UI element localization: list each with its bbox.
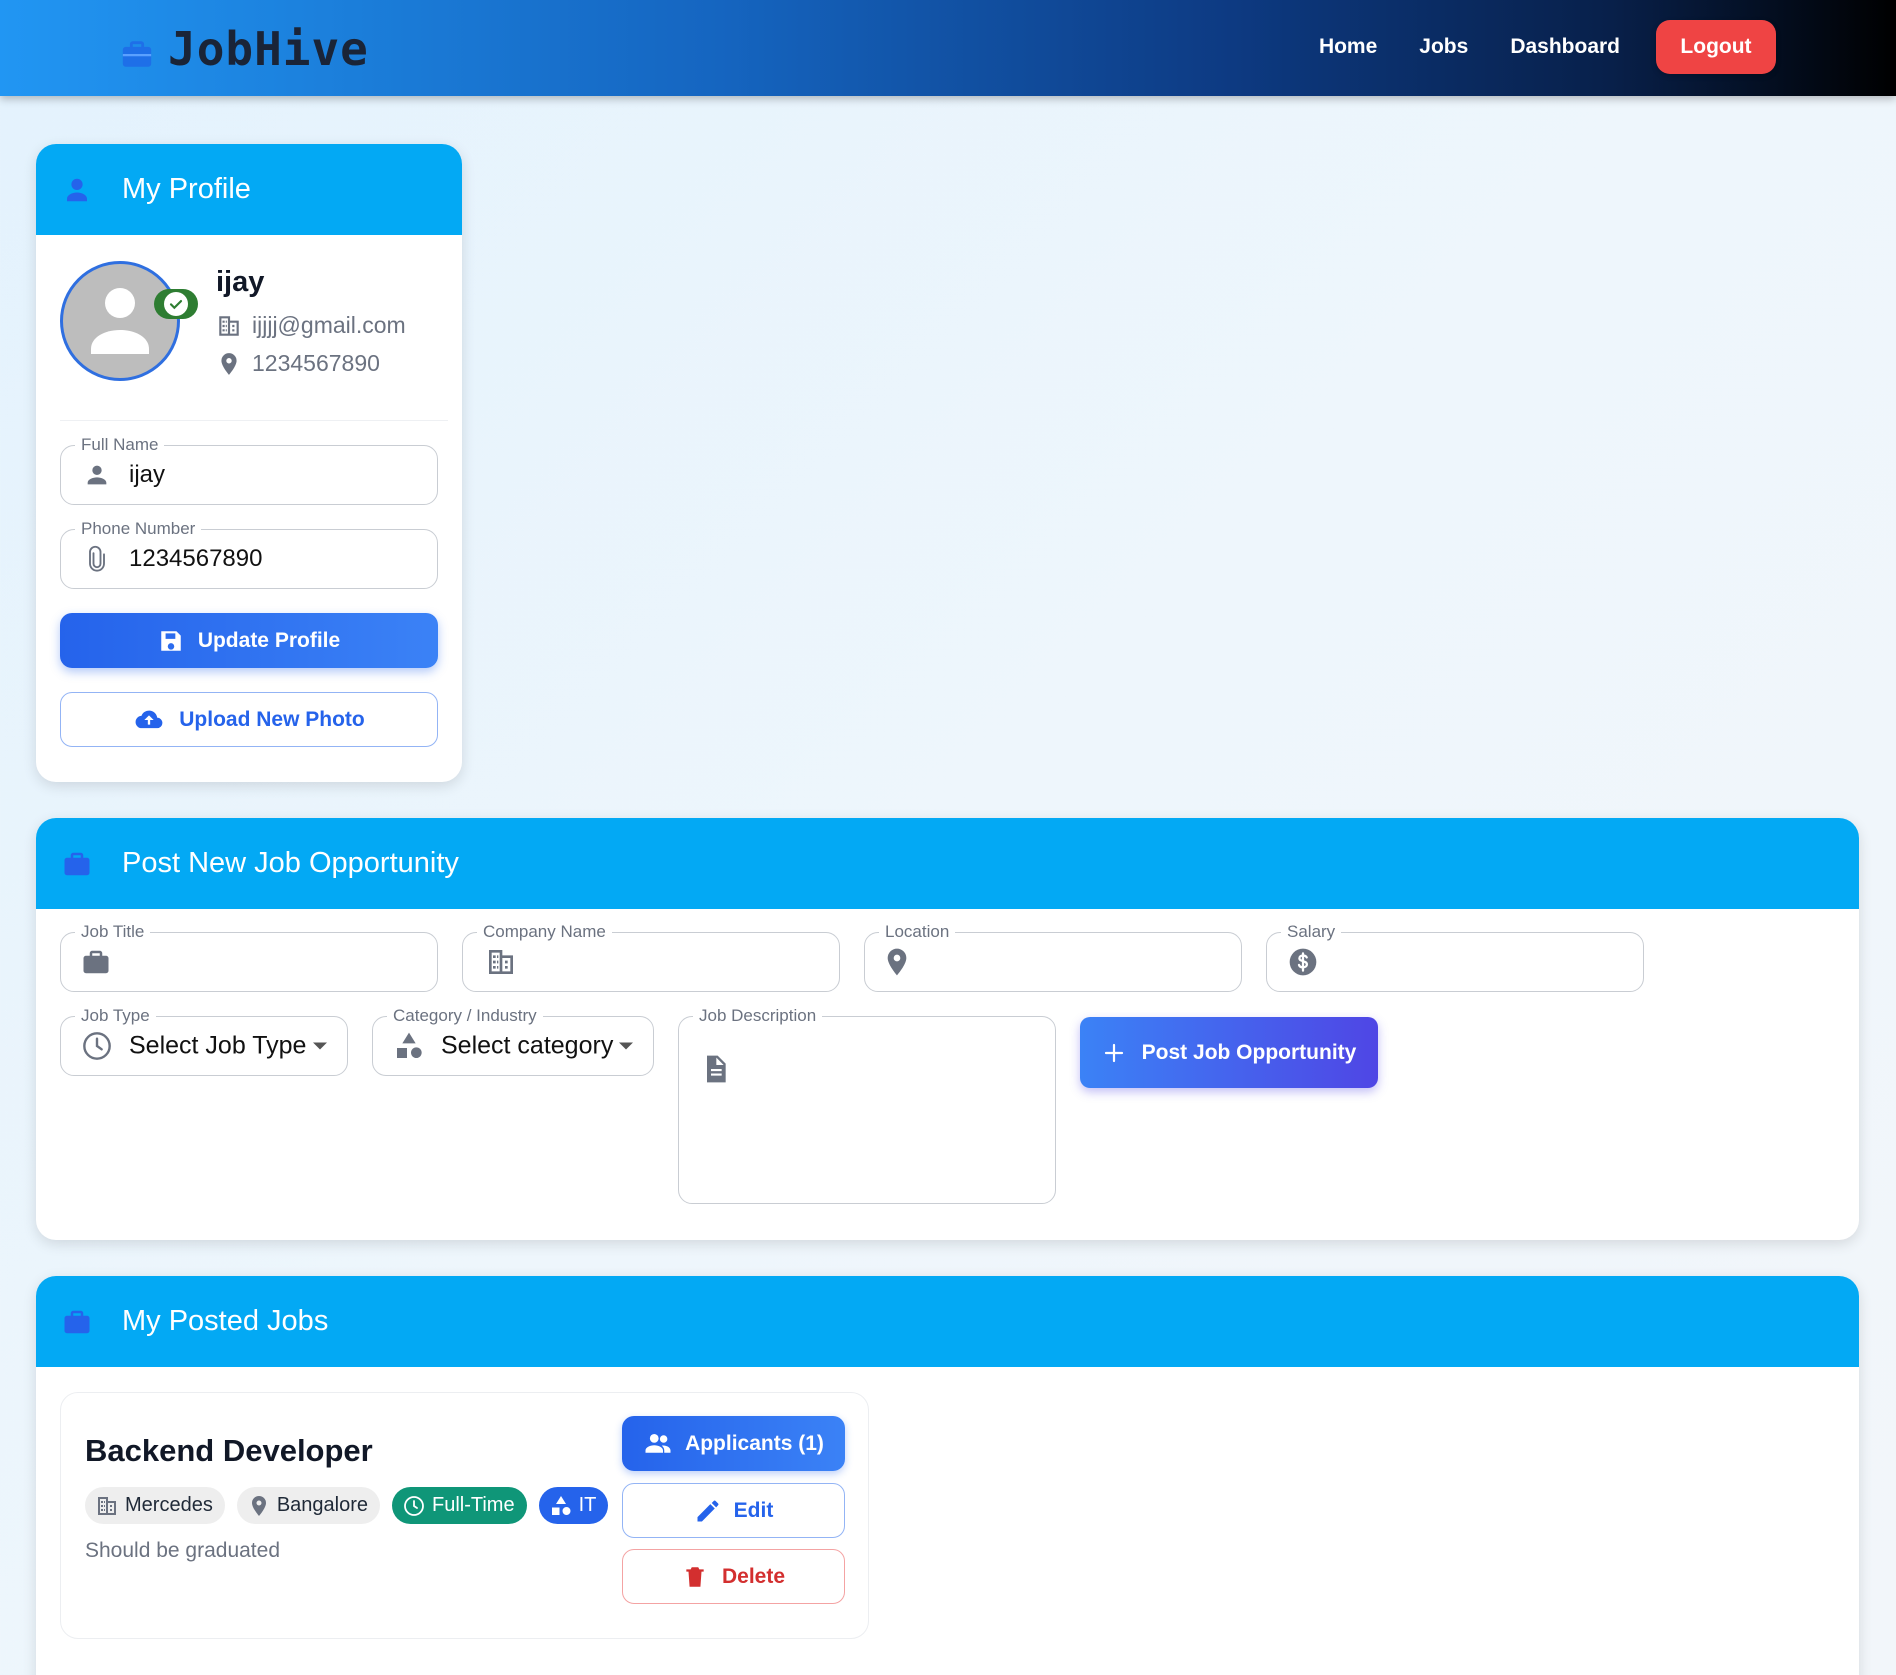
- edit-job-button[interactable]: Edit: [622, 1483, 845, 1538]
- phone-number-input[interactable]: 1234567890: [129, 545, 262, 573]
- location-label: Location: [879, 922, 956, 942]
- clock-icon: [404, 1495, 424, 1516]
- profile-phone: 1234567890: [252, 350, 380, 376]
- brand[interactable]: JobHive: [118, 22, 369, 76]
- verified-badge: [154, 289, 198, 319]
- job-type-label: Job Type: [75, 1006, 156, 1026]
- nav-dashboard[interactable]: Dashboard: [1510, 35, 1620, 59]
- company-chip: Mercedes: [85, 1487, 225, 1524]
- update-profile-label: Update Profile: [197, 628, 341, 652]
- job-type-select[interactable]: Job Type Select Job Type: [60, 1006, 348, 1076]
- profile-phone-line: 1234567890: [216, 350, 380, 377]
- job-card-title: Backend Developer: [85, 1433, 373, 1468]
- briefcase-icon: [64, 852, 90, 875]
- clock-icon: [83, 1032, 111, 1060]
- category-select[interactable]: Category / Industry Select category: [372, 1006, 654, 1076]
- upload-photo-label: Upload New Photo: [179, 707, 365, 731]
- company-name-field[interactable]: Company Name: [462, 922, 840, 992]
- posted-jobs-title: My Posted Jobs: [122, 1305, 329, 1337]
- paperclip-icon: [89, 545, 105, 572]
- people-icon: [645, 1433, 671, 1453]
- category-label: Category / Industry: [387, 1006, 543, 1026]
- check-circle-icon: [164, 292, 188, 316]
- company-chip-label: Mercedes: [125, 1494, 213, 1516]
- company-name-label: Company Name: [477, 922, 612, 942]
- job-card-chips: Mercedes Bangalore Full-Time IT: [85, 1487, 620, 1524]
- building-icon: [219, 315, 239, 336]
- briefcase-icon: [122, 41, 152, 67]
- dollar-circle-icon: [1289, 948, 1317, 976]
- salary-field[interactable]: Salary: [1266, 922, 1644, 992]
- brand-name: JobHive: [168, 22, 369, 76]
- delete-job-button[interactable]: Delete: [622, 1549, 845, 1604]
- profile-email-line: ijjjj@gmail.com: [216, 312, 406, 339]
- delete-label: Delete: [721, 1564, 786, 1588]
- document-icon: [707, 1055, 726, 1083]
- category-value: Select category: [441, 1031, 614, 1060]
- trash-icon: [686, 1566, 704, 1587]
- logout-button[interactable]: Logout: [1656, 20, 1776, 74]
- nav-home[interactable]: Home: [1319, 35, 1377, 59]
- briefcase-icon: [83, 950, 109, 974]
- location-pin-icon: [221, 352, 237, 375]
- profile-card-header: My Profile: [36, 144, 462, 235]
- job-card-description: Should be graduated: [85, 1539, 280, 1562]
- chevron-down-icon: [619, 1042, 633, 1050]
- job-type-chip-label: Full-Time: [432, 1494, 515, 1516]
- plus-icon: [1104, 1043, 1123, 1062]
- location-field[interactable]: Location: [864, 922, 1242, 992]
- profile-divider: [60, 420, 448, 421]
- nav-jobs[interactable]: Jobs: [1419, 35, 1468, 59]
- full-name-input[interactable]: ijay: [129, 461, 165, 489]
- post-job-title: Post New Job Opportunity: [122, 847, 459, 879]
- nav-links: Home Jobs Dashboard Logout: [1277, 20, 1776, 74]
- location-chip: Bangalore: [236, 1487, 380, 1524]
- upload-photo-button[interactable]: Upload New Photo: [60, 692, 438, 747]
- applicants-button[interactable]: Applicants (1): [622, 1416, 845, 1471]
- post-job-label: Post Job Opportunity: [1141, 1040, 1357, 1064]
- full-name-field[interactable]: Full Name ijay: [60, 435, 438, 505]
- posted-jobs-card-header: My Posted Jobs: [36, 1276, 1859, 1367]
- category-chip: IT: [538, 1487, 609, 1524]
- full-name-label: Full Name: [75, 435, 165, 455]
- edit-label: Edit: [733, 1498, 774, 1522]
- phone-number-label: Phone Number: [75, 519, 202, 539]
- category-shapes-icon: [397, 1032, 422, 1058]
- category-shapes-icon: [551, 1495, 571, 1515]
- building-icon: [489, 950, 513, 974]
- navbar: JobHive Home Jobs Dashboard Logout: [0, 0, 1896, 96]
- location-chip-label: Bangalore: [276, 1494, 368, 1516]
- cloud-upload-icon: [135, 710, 163, 728]
- salary-label: Salary: [1281, 922, 1342, 942]
- person-icon: [67, 178, 87, 201]
- person-icon: [87, 465, 107, 485]
- job-type-chip: Full-Time: [392, 1487, 527, 1524]
- profile-name: ijay: [216, 266, 265, 298]
- save-icon: [161, 630, 181, 651]
- update-profile-button[interactable]: Update Profile: [60, 613, 438, 668]
- avatar-person-icon: [91, 288, 149, 354]
- applicants-label: Applicants (1): [685, 1431, 824, 1455]
- job-type-value: Select Job Type: [129, 1031, 307, 1060]
- profile-email: ijjjj@gmail.com: [252, 312, 406, 338]
- location-pin-icon: [251, 1495, 266, 1516]
- pencil-icon: [697, 1500, 719, 1521]
- phone-number-field[interactable]: Phone Number 1234567890: [60, 519, 438, 589]
- category-chip-label: IT: [578, 1494, 597, 1516]
- job-description-field[interactable]: Job Description: [678, 1006, 1056, 1204]
- briefcase-icon: [64, 1310, 90, 1333]
- post-job-card-header: Post New Job Opportunity: [36, 818, 1859, 909]
- building-icon: [98, 1496, 116, 1515]
- avatar[interactable]: [60, 261, 180, 381]
- job-description-label: Job Description: [693, 1006, 823, 1026]
- profile-title: My Profile: [122, 173, 251, 205]
- location-pin-icon: [887, 948, 907, 976]
- profile-card: My Profile ijay ijjjj@gmail.com 12345678…: [36, 144, 462, 782]
- job-title-field[interactable]: Job Title: [60, 922, 438, 992]
- job-card: Backend Developer Mercedes Bangalore Ful…: [60, 1392, 869, 1639]
- post-job-button[interactable]: Post Job Opportunity: [1080, 1017, 1378, 1088]
- chevron-down-icon: [313, 1042, 327, 1050]
- job-title-label: Job Title: [75, 922, 151, 942]
